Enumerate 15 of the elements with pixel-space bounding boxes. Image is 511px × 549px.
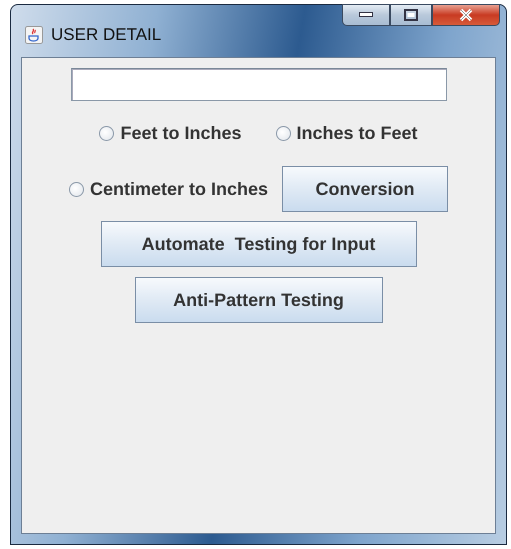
automate-testing-button[interactable]: Automate Testing for Input: [100, 221, 416, 267]
window-title: USER DETAIL: [51, 25, 162, 45]
minimize-button[interactable]: [342, 4, 390, 26]
radio-button[interactable]: Centimeter to Inches: [68, 178, 268, 200]
radio-button[interactable]: Inches to Feet: [276, 123, 418, 144]
maximize-button[interactable]: [390, 4, 432, 26]
app-icon: [25, 26, 43, 44]
minimize-icon: [359, 12, 373, 18]
close-button[interactable]: [432, 4, 500, 26]
close-icon: [458, 8, 474, 22]
input-field[interactable]: [70, 68, 446, 101]
anti-pattern-testing-button[interactable]: Anti-Pattern Testing: [134, 277, 382, 323]
maximize-icon: [404, 9, 418, 21]
radio-button[interactable]: Feet to Inches: [99, 123, 242, 144]
conversion-button[interactable]: Conversion: [282, 166, 448, 212]
